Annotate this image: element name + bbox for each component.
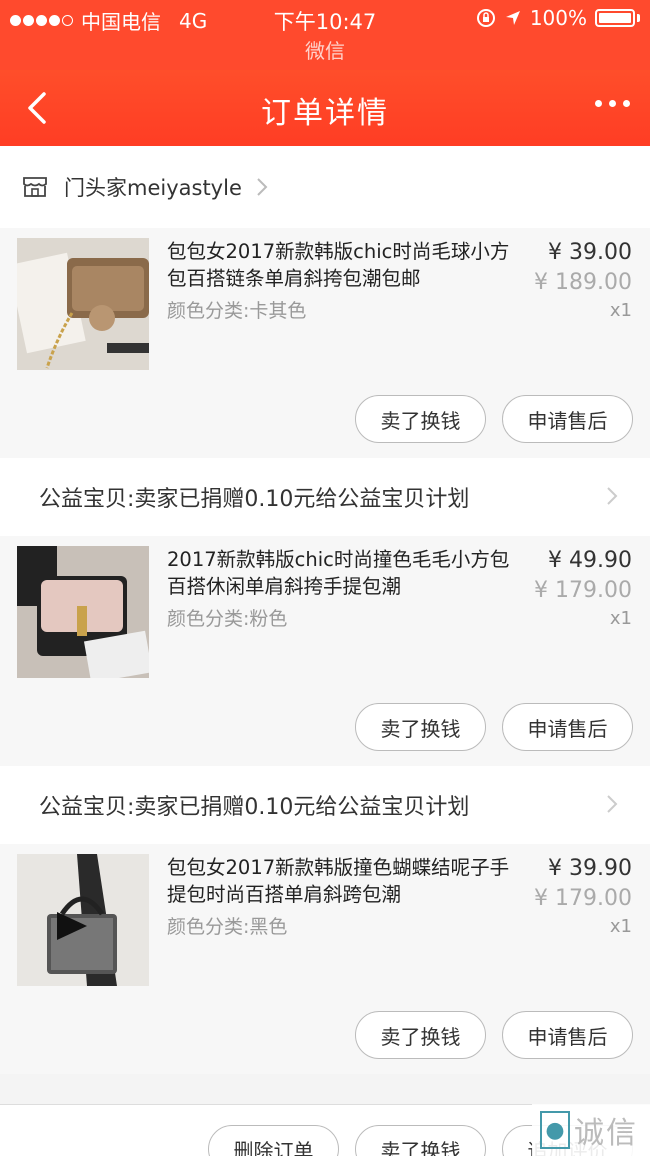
sell-button[interactable]: 卖了换钱 — [355, 1125, 486, 1156]
product-price: ¥ 39.90 — [548, 856, 632, 881]
battery-label: 100% — [529, 6, 587, 30]
product-price: ¥ 39.00 — [548, 240, 632, 265]
status-bar: 中国电信 4G 下午10:47 100% — [0, 0, 650, 36]
status-right: 100% — [476, 6, 640, 30]
product-spec: 颜色分类:黑色 — [167, 916, 288, 938]
sell-button[interactable]: 卖了换钱 — [355, 1011, 486, 1059]
product-image[interactable] — [17, 854, 149, 986]
chevron-right-icon — [607, 795, 618, 813]
location-icon — [505, 11, 520, 25]
chevron-right-icon — [607, 487, 618, 505]
product-original-price: ¥ 179.00 — [534, 886, 632, 911]
nav-bar: 订单详情 — [0, 70, 650, 146]
product-title[interactable]: 包包女2017新款韩版撞色蝴蝶结呢子手提包时尚百搭单肩斜跨包潮 — [167, 854, 519, 908]
product-original-price: ¥ 189.00 — [534, 270, 632, 295]
rotation-lock-icon — [476, 9, 495, 27]
product-title[interactable]: 包包女2017新款韩版chic时尚毛球小方包百搭链条单肩斜挎包潮包邮 — [167, 238, 519, 292]
after-sale-button[interactable]: 申请售后 — [502, 1011, 633, 1059]
store-icon — [23, 177, 47, 197]
page-title: 订单详情 — [261, 96, 389, 131]
after-sale-button[interactable]: 申请售后 — [502, 395, 633, 443]
after-sale-button[interactable]: 申请售后 — [502, 703, 633, 751]
charity-text: 公益宝贝:卖家已捐赠0.10元给公益宝贝计划 — [39, 487, 470, 512]
chevron-right-icon — [257, 178, 268, 196]
product-title[interactable]: 2017新款韩版chic时尚撞色毛毛小方包百搭休闲单肩斜挎手提包潮 — [167, 546, 519, 600]
product-original-price: ¥ 179.00 — [534, 578, 632, 603]
product-price: ¥ 49.90 — [548, 548, 632, 573]
watermark-logo: ● 诚信 — [532, 1104, 650, 1156]
order-item[interactable]: 2017新款韩版chic时尚撞色毛毛小方包百搭休闲单肩斜挎手提包潮 颜色分类:粉… — [0, 536, 650, 766]
charity-row[interactable]: 公益宝贝:卖家已捐赠0.10元给公益宝贝计划 — [0, 766, 650, 844]
product-quantity: x1 — [609, 608, 632, 629]
product-quantity: x1 — [609, 300, 632, 321]
order-item[interactable]: 包包女2017新款韩版chic时尚毛球小方包百搭链条单肩斜挎包潮包邮 颜色分类:… — [0, 228, 650, 458]
watermark-text: 诚信 — [574, 1116, 638, 1151]
sell-button[interactable]: 卖了换钱 — [355, 703, 486, 751]
sell-button[interactable]: 卖了换钱 — [355, 395, 486, 443]
shop-header[interactable]: 门头家meiyastyle — [0, 146, 650, 228]
battery-icon — [595, 9, 635, 27]
product-image[interactable] — [17, 546, 149, 678]
more-icon[interactable] — [595, 100, 630, 107]
order-content: 门头家meiyastyle 包包女2017新款韩版chic时尚毛球小方包百搭链条… — [0, 146, 650, 1074]
charity-text: 公益宝贝:卖家已捐赠0.10元给公益宝贝计划 — [39, 795, 470, 820]
watermark-badge-icon: ● — [540, 1111, 570, 1149]
charity-row[interactable]: 公益宝贝:卖家已捐赠0.10元给公益宝贝计划 — [0, 458, 650, 536]
product-image[interactable] — [17, 238, 149, 370]
product-quantity: x1 — [609, 916, 632, 937]
shop-name: 门头家meiyastyle — [64, 176, 242, 200]
wechat-subtitle: 微信 — [0, 36, 650, 70]
battery-tip — [637, 14, 640, 22]
order-item[interactable]: 包包女2017新款韩版撞色蝴蝶结呢子手提包时尚百搭单肩斜跨包潮 颜色分类:黑色 … — [0, 844, 650, 1074]
delete-order-button[interactable]: 删除订单 — [208, 1125, 339, 1156]
product-spec: 颜色分类:卡其色 — [167, 300, 307, 322]
product-spec: 颜色分类:粉色 — [167, 608, 288, 630]
